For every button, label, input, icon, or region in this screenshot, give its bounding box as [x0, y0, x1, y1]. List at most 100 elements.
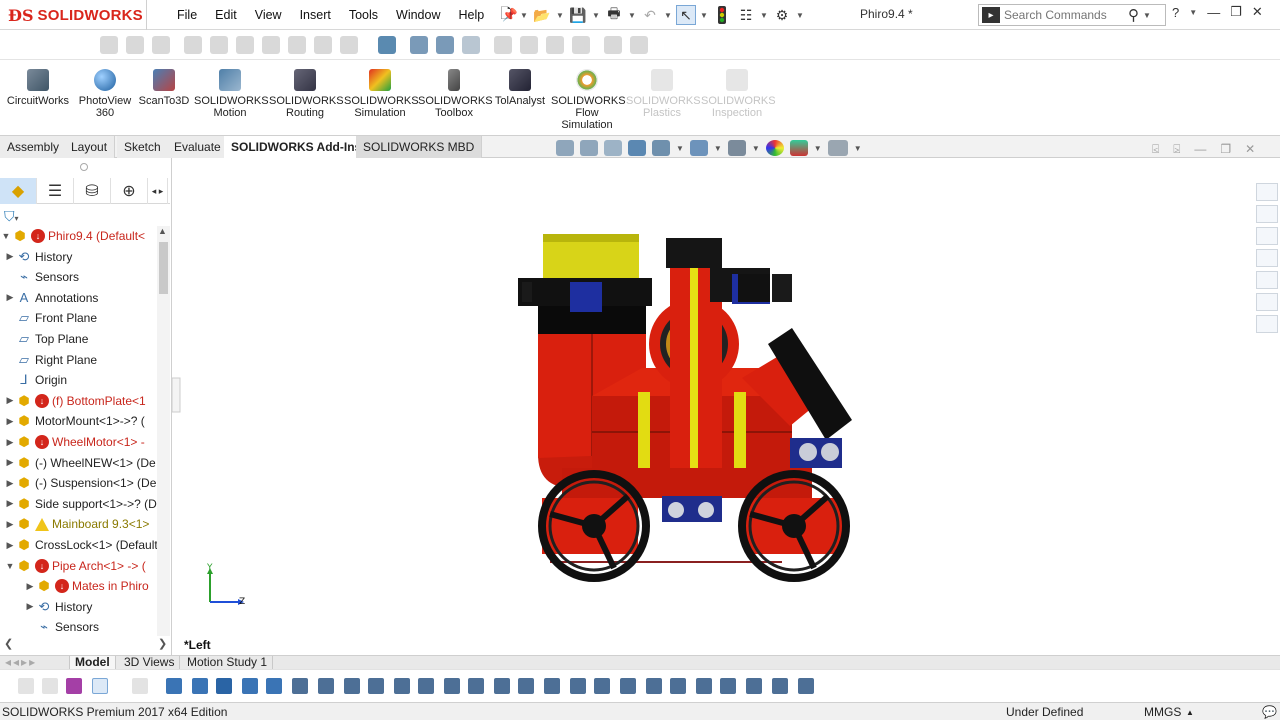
- tab-assembly[interactable]: Assembly: [0, 136, 68, 158]
- file-explorer-icon[interactable]: [1256, 227, 1278, 245]
- filter-weld-symbols-icon[interactable]: [594, 678, 610, 694]
- scroll-right-icon[interactable]: ❯: [158, 637, 167, 650]
- search-icon[interactable]: ⚲: [1128, 6, 1139, 24]
- menu-insert[interactable]: Insert: [291, 8, 340, 22]
- circuitworks-button[interactable]: CircuitWorks: [2, 69, 74, 107]
- tree-item[interactable]: ▱ Right Plane: [0, 350, 158, 370]
- selection-filter-icon[interactable]: [66, 678, 82, 694]
- tab-evaluate[interactable]: Evaluate: [167, 136, 229, 158]
- tree-item[interactable]: ▶ ⬢ Mainboard 9.3<1>: [0, 514, 158, 534]
- search-commands-box[interactable]: ▸ ⚲ ▼: [978, 4, 1166, 26]
- tree-horizontal-scrollbar[interactable]: ❮ ❯: [0, 636, 170, 652]
- expand-arrow-icon[interactable]: ▶: [4, 416, 16, 427]
- property-manager-tab-icon[interactable]: ☰: [37, 178, 74, 204]
- filter-midpoints-icon[interactable]: [394, 678, 410, 694]
- print-icon[interactable]: 🖶: [604, 5, 624, 25]
- toolbar-icon-16[interactable]: [520, 36, 538, 54]
- tab-solidworks-mbd[interactable]: SOLIDWORKS MBD: [356, 136, 483, 158]
- previous-view-icon[interactable]: [604, 140, 622, 156]
- toolbar-icon-8[interactable]: [288, 36, 306, 54]
- expand-arrow-icon[interactable]: ▶: [4, 395, 16, 406]
- dynamic-annotation-icon[interactable]: [652, 140, 670, 156]
- filter-sketch-segments-icon[interactable]: [368, 678, 384, 694]
- tab-scroll-arrows-icon[interactable]: ◂◂▸▸: [0, 656, 70, 670]
- tree-item[interactable]: ⌁ Sensors: [0, 617, 158, 636]
- minimize-icon[interactable]: —: [1207, 5, 1220, 20]
- expand-arrow-icon[interactable]: ▶: [4, 251, 16, 262]
- configuration-manager-tab-icon[interactable]: ⛁: [74, 178, 111, 204]
- filter-tool-icon[interactable]: [18, 678, 34, 694]
- tree-item[interactable]: ▶ ⬢ MotorMount<1>->? (: [0, 411, 158, 431]
- filter-dimensions-icon[interactable]: [468, 678, 484, 694]
- display-style-icon[interactable]: [727, 140, 746, 156]
- tree-item[interactable]: ▱ Front Plane: [0, 308, 158, 328]
- tree-item[interactable]: ▼ ⬢ ↓ Phiro9.4 (Default<: [0, 226, 158, 246]
- menu-edit[interactable]: Edit: [206, 8, 246, 22]
- units-dropdown-icon[interactable]: ▲: [1186, 708, 1194, 717]
- tree-item[interactable]: ▶ ⬢ (-) Suspension<1> (De: [0, 473, 158, 493]
- scanto3d-button[interactable]: ScanTo3D: [128, 69, 200, 107]
- filter-icon[interactable]: ⛉▾: [4, 208, 19, 225]
- help-dropdown-icon[interactable]: ▼: [1189, 8, 1197, 17]
- filter-cosmetic-threads-icon[interactable]: [646, 678, 662, 694]
- apply-scene-icon[interactable]: [789, 140, 808, 156]
- tree-item[interactable]: ▼ ⬢ ↓ Pipe Arch<1> -> (: [0, 556, 158, 576]
- solidworks-logo[interactable]: ƉS SOLIDWORKS: [8, 4, 143, 26]
- tree-item[interactable]: ▶ ⬢ Side support<1>->? (D: [0, 494, 158, 514]
- save-icon[interactable]: 💾: [568, 5, 588, 25]
- view-orientation-icon[interactable]: [689, 140, 708, 156]
- tree-item[interactable]: ⅃ Origin: [0, 370, 158, 390]
- expand-arrow-icon[interactable]: ▶: [4, 292, 16, 303]
- filter-blocks-icon[interactable]: [670, 678, 686, 694]
- close-icon[interactable]: ✕: [1252, 4, 1263, 20]
- toolbar-icon-12[interactable]: [410, 36, 428, 54]
- annotation-dropdown-icon[interactable]: ▼: [676, 144, 684, 153]
- filter-routing-points-icon[interactable]: [746, 678, 762, 694]
- properties-dropdown-icon[interactable]: ▼: [760, 11, 768, 20]
- tree-item[interactable]: ▶ ⬢ CrossLock<1> (Default: [0, 535, 158, 555]
- toolbar-icon-13[interactable]: [436, 36, 454, 54]
- collapse-arrow-icon[interactable]: ▼: [0, 231, 12, 241]
- display-style-dropdown-icon[interactable]: ▼: [752, 144, 760, 153]
- print-dropdown-icon[interactable]: ▼: [628, 11, 636, 20]
- viewport-close-icon[interactable]: ✕: [1245, 142, 1255, 157]
- toolbar-icon-5[interactable]: [210, 36, 228, 54]
- dimxpert-manager-tab-icon[interactable]: ⊕: [111, 178, 148, 204]
- toolbar-icon-14[interactable]: [462, 36, 480, 54]
- filter-center-marks-icon[interactable]: [418, 678, 434, 694]
- open-dropdown-icon[interactable]: ▼: [556, 11, 564, 20]
- solidworks-routing-button[interactable]: SOLIDWORKS Routing: [269, 69, 344, 119]
- appearances-icon[interactable]: [1256, 271, 1278, 289]
- solidworks-motion-button[interactable]: SOLIDWORKS Motion: [194, 69, 269, 119]
- filter-solid-icon[interactable]: [266, 678, 282, 694]
- help-icon[interactable]: ?: [1172, 5, 1179, 20]
- collapse-arrow-icon[interactable]: ▼: [4, 561, 16, 571]
- zoom-to-area-icon[interactable]: [580, 140, 598, 156]
- solidworks-resources-icon[interactable]: [1256, 183, 1278, 201]
- open-document-icon[interactable]: 📂: [532, 5, 552, 25]
- scroll-left-icon[interactable]: ❮: [4, 637, 13, 650]
- manager-tabs-scroll-icon[interactable]: ◂ ▸: [148, 178, 168, 204]
- expand-arrow-icon[interactable]: ▶: [24, 601, 36, 612]
- robot-model[interactable]: [171, 158, 1252, 655]
- filter-tool-2-icon[interactable]: [42, 678, 58, 694]
- filter-dowel-pins-icon[interactable]: [696, 678, 712, 694]
- tab-layout[interactable]: Layout: [64, 136, 116, 158]
- expand-arrow-icon[interactable]: ▶: [4, 498, 16, 509]
- undo-dropdown-icon[interactable]: ▼: [664, 11, 672, 20]
- toolbar-icon-9[interactable]: [314, 36, 332, 54]
- tab-sketch[interactable]: Sketch: [117, 136, 169, 158]
- tab-motion-study-1[interactable]: Motion Study 1: [182, 656, 274, 670]
- filter-sketch-points-icon[interactable]: [344, 678, 360, 694]
- tree-item[interactable]: ▶ ⬢ ↓ (f) BottomPlate<1: [0, 391, 158, 411]
- filter-surface-finish-icon[interactable]: [494, 678, 510, 694]
- filter-welds-icon[interactable]: [798, 678, 814, 694]
- view-settings-dropdown-icon[interactable]: ▼: [854, 144, 862, 153]
- rebuild-traffic-light-icon[interactable]: [712, 5, 732, 25]
- save-dropdown-icon[interactable]: ▼: [592, 11, 600, 20]
- graphics-area[interactable]: [171, 158, 1252, 655]
- solidworks-toolbox-button[interactable]: SOLIDWORKS Toolbox: [418, 69, 493, 119]
- expand-arrow-icon[interactable]: ▶: [4, 540, 16, 551]
- expand-arrow-icon[interactable]: ▶: [4, 437, 16, 448]
- menu-help[interactable]: Help: [450, 8, 494, 22]
